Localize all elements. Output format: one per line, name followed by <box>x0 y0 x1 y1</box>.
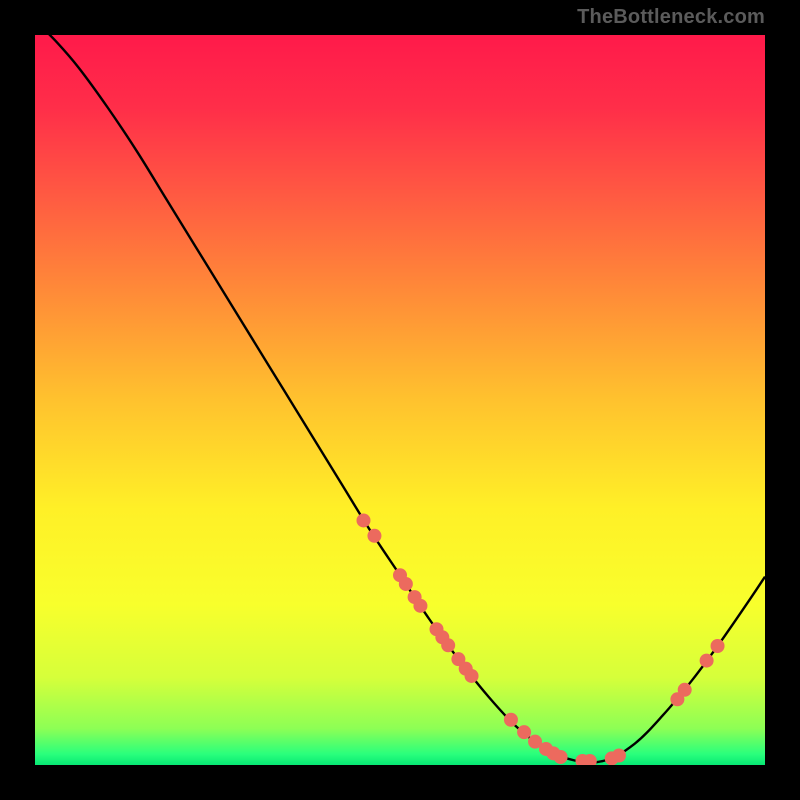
gradient-background <box>35 35 765 765</box>
data-point <box>357 513 371 527</box>
data-point <box>441 638 455 652</box>
data-point <box>367 529 381 543</box>
data-point <box>504 713 518 727</box>
data-point <box>517 725 531 739</box>
data-point <box>678 683 692 697</box>
data-point <box>711 639 725 653</box>
data-point <box>612 749 626 763</box>
attribution-text: TheBottleneck.com <box>577 6 765 29</box>
data-point <box>465 669 479 683</box>
data-point <box>399 577 413 591</box>
chart-frame: TheBottleneck.com <box>0 0 800 800</box>
plot-area <box>35 35 765 765</box>
data-point <box>413 599 427 613</box>
chart-svg <box>35 35 765 765</box>
data-point <box>700 654 714 668</box>
data-point <box>554 750 568 764</box>
